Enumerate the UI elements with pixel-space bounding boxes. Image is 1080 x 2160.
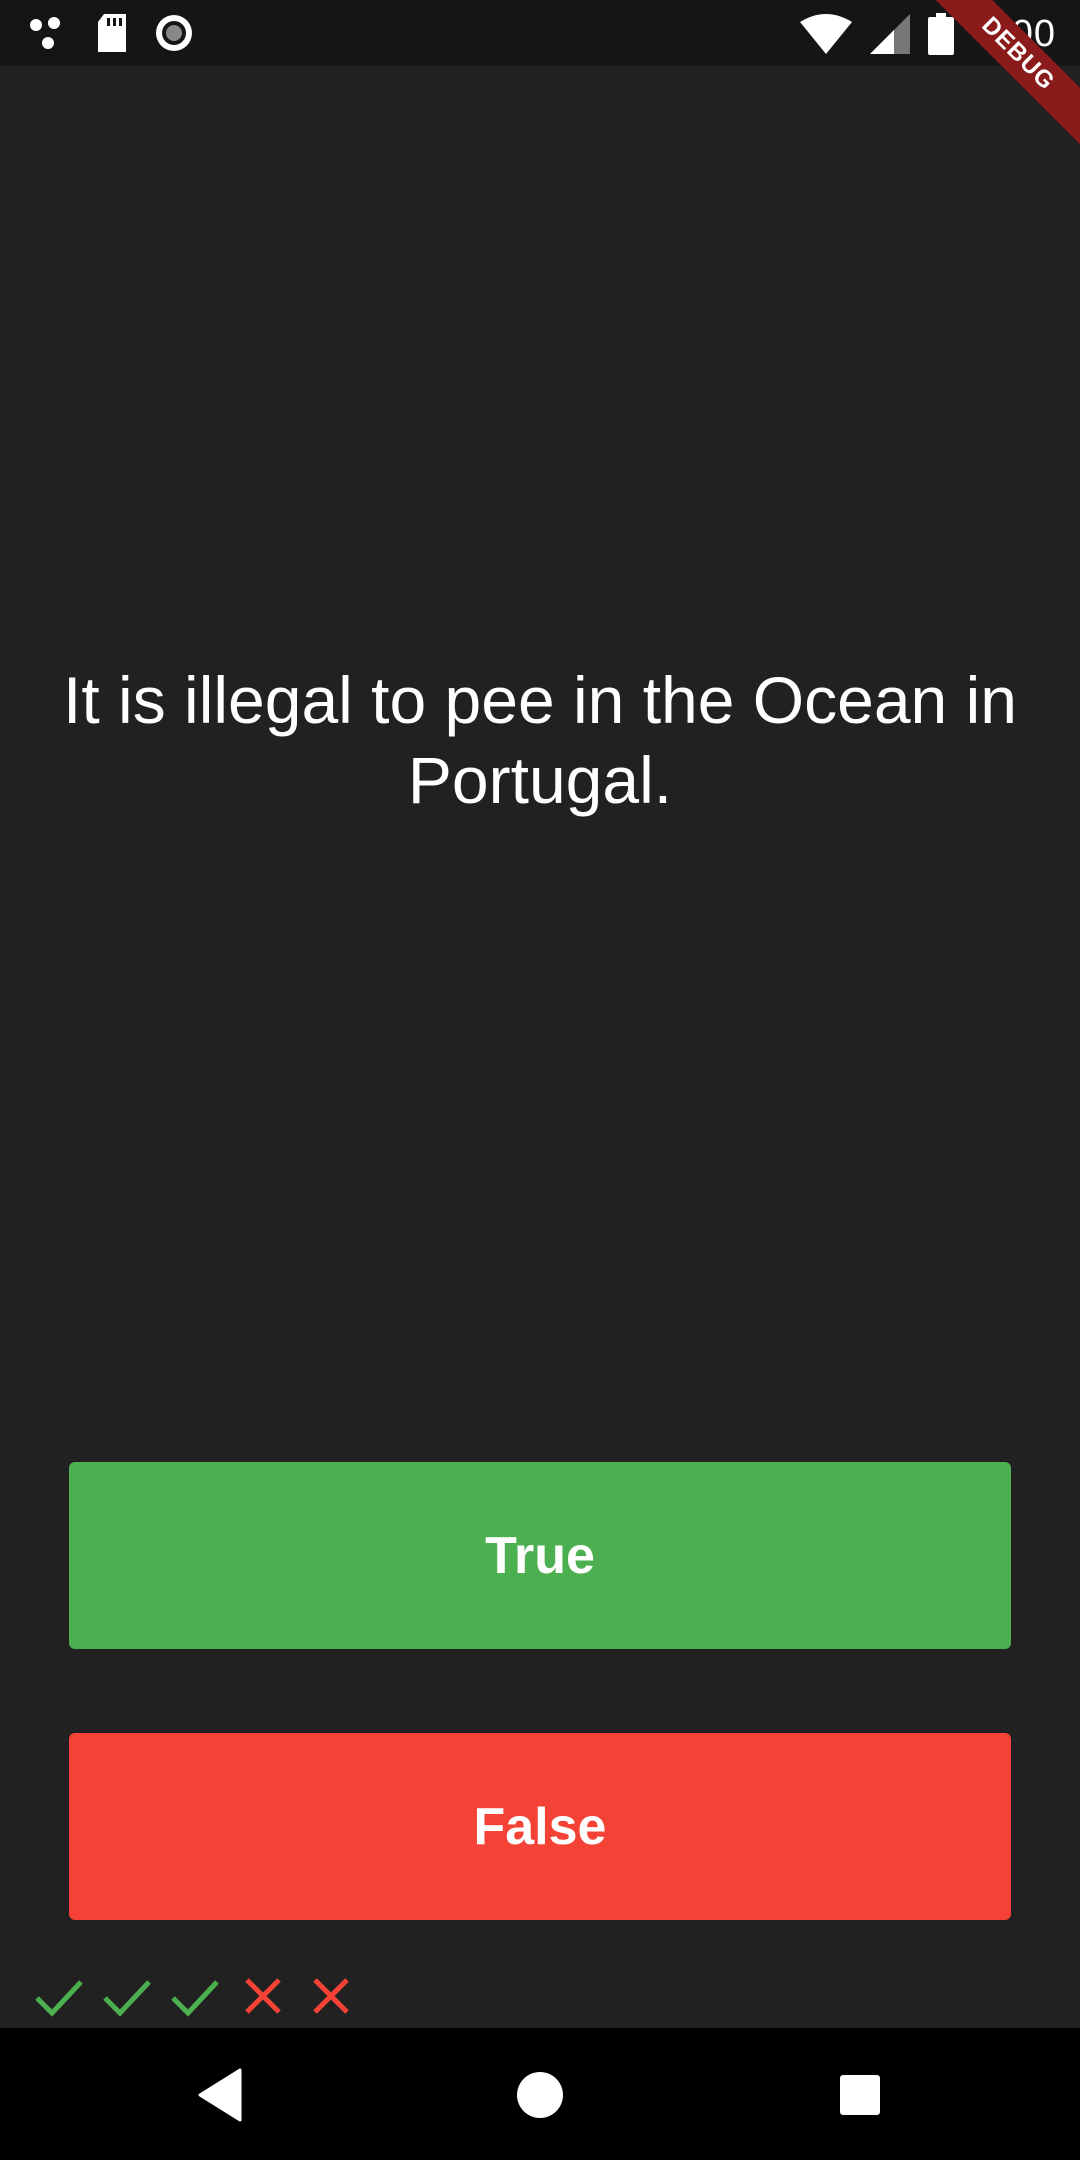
- score-keeper: [33, 1970, 357, 2022]
- back-icon: [196, 2068, 246, 2122]
- close-icon: [305, 1970, 357, 2022]
- cell-signal-icon: [870, 14, 911, 54]
- false-button[interactable]: False: [69, 1733, 1011, 1920]
- recents-button[interactable]: [823, 2058, 897, 2132]
- record-circle-icon: [154, 13, 194, 53]
- check-icon: [169, 1970, 221, 2022]
- sd-card-icon: [96, 14, 128, 52]
- true-button[interactable]: True: [69, 1462, 1011, 1649]
- status-left-icons: [28, 10, 194, 56]
- battery-icon: [928, 13, 955, 55]
- navigation-bar: [0, 2028, 1080, 2160]
- check-icon: [33, 1970, 85, 2022]
- question-text: It is illegal to pee in the Ocean in Por…: [63, 663, 1017, 817]
- close-icon: [237, 1970, 289, 2022]
- status-bar: 5:00: [0, 0, 1080, 66]
- status-time: 5:00: [978, 12, 1056, 55]
- home-button[interactable]: [503, 2058, 577, 2132]
- recents-icon: [838, 2073, 882, 2117]
- cluster-dots-icon: [28, 15, 70, 51]
- check-icon: [101, 1970, 153, 2022]
- status-right-icons: 5:00: [800, 6, 1056, 62]
- back-button[interactable]: [184, 2058, 258, 2132]
- wifi-icon: [800, 14, 853, 54]
- home-icon: [515, 2070, 565, 2120]
- quiz-screen: 5:00 DEBUG It is illegal to pee in the O…: [0, 0, 1080, 2160]
